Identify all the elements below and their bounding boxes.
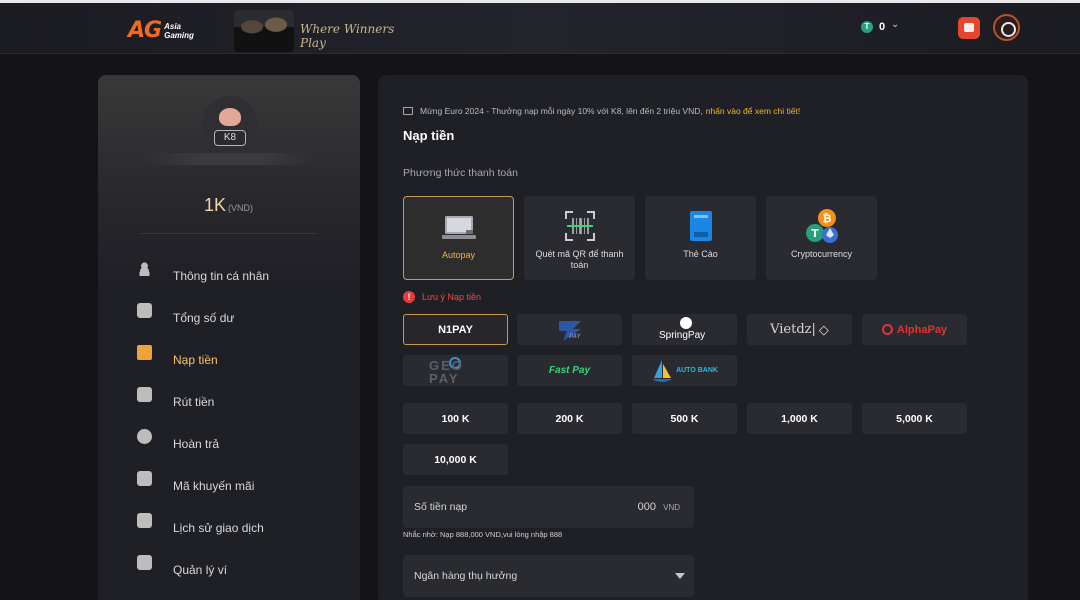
amount-option[interactable]: 5,000 K [862, 403, 967, 434]
promo-banner[interactable]: Where Winners Play [228, 6, 408, 52]
svg-text:T: T [811, 227, 819, 240]
menu-item-promo-code[interactable]: Mã khuyến mãi [136, 467, 336, 509]
avatar-heart-icon [219, 108, 241, 126]
alphapay-logo-icon [881, 324, 893, 335]
menu-item-wallet[interactable]: Quản lý ví [136, 551, 336, 593]
gateway-fastpay[interactable]: Fast Pay [517, 355, 622, 386]
gateway-vietdz[interactable]: Vietdz| ◇ [747, 314, 852, 345]
logo-mark: AG [128, 18, 162, 43]
tether-coin-icon: T [861, 21, 873, 33]
gateway-label: PAY [569, 334, 581, 340]
method-qr[interactable]: Quét mã QR để thanh toán [524, 196, 635, 280]
menu-item-history[interactable]: Lịch sử giao dịch [136, 509, 336, 551]
gateway-springpay[interactable]: SpringPay [632, 314, 737, 345]
amount-option[interactable]: 500 K [632, 403, 737, 434]
promo-notice: Mừng Euro 2024 - Thưởng nạp mỗi ngày 10%… [403, 106, 800, 116]
svg-text:₿: ₿ [822, 212, 831, 225]
gateway-pay[interactable]: PAY [517, 314, 622, 345]
gateway-label: Fast Pay [548, 365, 591, 376]
menu-item-balance[interactable]: Tổng số dư [136, 299, 336, 341]
gateway-label: SpringPay [659, 330, 706, 341]
user-avatar-button[interactable] [993, 14, 1020, 41]
history-icon [137, 513, 152, 528]
gateway-autobank[interactable]: AUTO BANK [632, 355, 737, 386]
deposit-warning[interactable]: ! Lưu ý Nạp tiền [403, 291, 481, 303]
logo-text: Asia Gaming [164, 21, 194, 40]
field-unit: VND [663, 503, 680, 512]
deposit-icon [137, 345, 152, 360]
mail-icon [403, 107, 413, 115]
account-sidebar: K8 1K (VND) Thông tin cá nhân Tổng số dư … [98, 75, 360, 600]
chevron-down-icon[interactable]: ⌄ [891, 19, 899, 30]
clipboard-icon [137, 303, 152, 318]
payment-method-label: Phương thức thanh toán [403, 167, 518, 179]
site-logo[interactable]: AG Asia Gaming [128, 18, 194, 43]
gateway-label: AUTO BANK [676, 367, 718, 374]
gateway-n1pay[interactable]: N1PAY [403, 314, 508, 345]
wallet-icon [137, 555, 152, 570]
method-label: Thẻ Cào [683, 249, 718, 259]
field-value[interactable]: 000 [638, 501, 656, 513]
gateway-label: N1PAY [438, 323, 473, 336]
vip-tag: K8 [214, 130, 246, 146]
browser-edge [0, 0, 1080, 3]
voucher-icon [137, 471, 152, 486]
method-crypto[interactable]: ₿ T Cryptocurrency [766, 196, 877, 280]
username-redacted [140, 153, 318, 165]
notice-text: Mừng Euro 2024 - Thưởng nạp mỗi ngày 10%… [420, 106, 703, 116]
amount-option[interactable]: 1,000 K [747, 403, 852, 434]
diamond-icon: ◇ [818, 321, 829, 337]
gateway-alphapay[interactable]: AlphaPay [862, 314, 967, 345]
notification-button[interactable] [958, 17, 980, 39]
caret-down-icon [675, 573, 685, 579]
select-label: Ngân hàng thụ hưởng [414, 570, 518, 582]
method-label: Quét mã QR để thanh toán [535, 249, 624, 270]
gateway-label: AlphaPay [896, 323, 948, 336]
gateway-geopay[interactable]: GEO PAY [403, 355, 508, 386]
warning-text: Lưu ý Nạp tiền [422, 292, 482, 302]
amount-option[interactable]: 10,000 K [403, 444, 508, 475]
top-bar: AG Asia Gaming Where Winners Play T 0 ⌄ [0, 0, 1080, 54]
deposit-amount-field[interactable]: Số tiền nạp 000 VND [403, 486, 694, 528]
account-menu: Thông tin cá nhân Tổng số dư Nạp tiền Rú… [136, 257, 336, 593]
card-icon [689, 211, 712, 241]
qr-scan-icon [564, 211, 595, 241]
banner-slogan: Where Winners Play [300, 22, 395, 50]
amount-option[interactable]: 100 K [403, 403, 508, 434]
menu-item-withdraw[interactable]: Rút tiền [136, 383, 336, 425]
gateway-label: GEO PAY [429, 358, 464, 386]
divider [140, 233, 318, 234]
menu-item-rebate[interactable]: Hoàn trả [136, 425, 336, 467]
deposit-hint: Nhắc nhở: Nạp 888,000 VND,vui lòng nhập … [403, 530, 563, 539]
header-balance[interactable]: 0 [879, 21, 885, 33]
user-icon [137, 261, 152, 276]
method-scratch-card[interactable]: Thẻ Cào [645, 196, 756, 280]
rebate-icon [137, 429, 152, 444]
amount-option[interactable]: 200 K [517, 403, 622, 434]
menu-item-deposit[interactable]: Nạp tiền [136, 341, 336, 383]
sidebar-balance: 1K (VND) [204, 195, 254, 215]
method-autopay[interactable]: Autopay [403, 196, 514, 280]
method-label: Autopay [441, 250, 476, 260]
sailboat-icon [652, 359, 673, 382]
alert-icon: ! [403, 291, 415, 303]
withdraw-icon [137, 387, 152, 402]
page-title: Nạp tiền [403, 128, 455, 143]
springpay-logo-icon [680, 317, 692, 329]
ambassadors-image [234, 10, 294, 52]
notice-link[interactable]: nhấn vào để xem chi tiết! [706, 106, 801, 116]
method-label: Cryptocurrency [790, 249, 853, 259]
beneficiary-bank-select[interactable]: Ngân hàng thụ hưởng [403, 555, 694, 597]
menu-item-profile[interactable]: Thông tin cá nhân [136, 257, 336, 299]
field-label: Số tiền nạp [414, 501, 468, 513]
gateway-label: Vietdz| [770, 322, 816, 337]
crypto-icon: ₿ T [805, 209, 838, 243]
laptop-icon [441, 216, 476, 239]
